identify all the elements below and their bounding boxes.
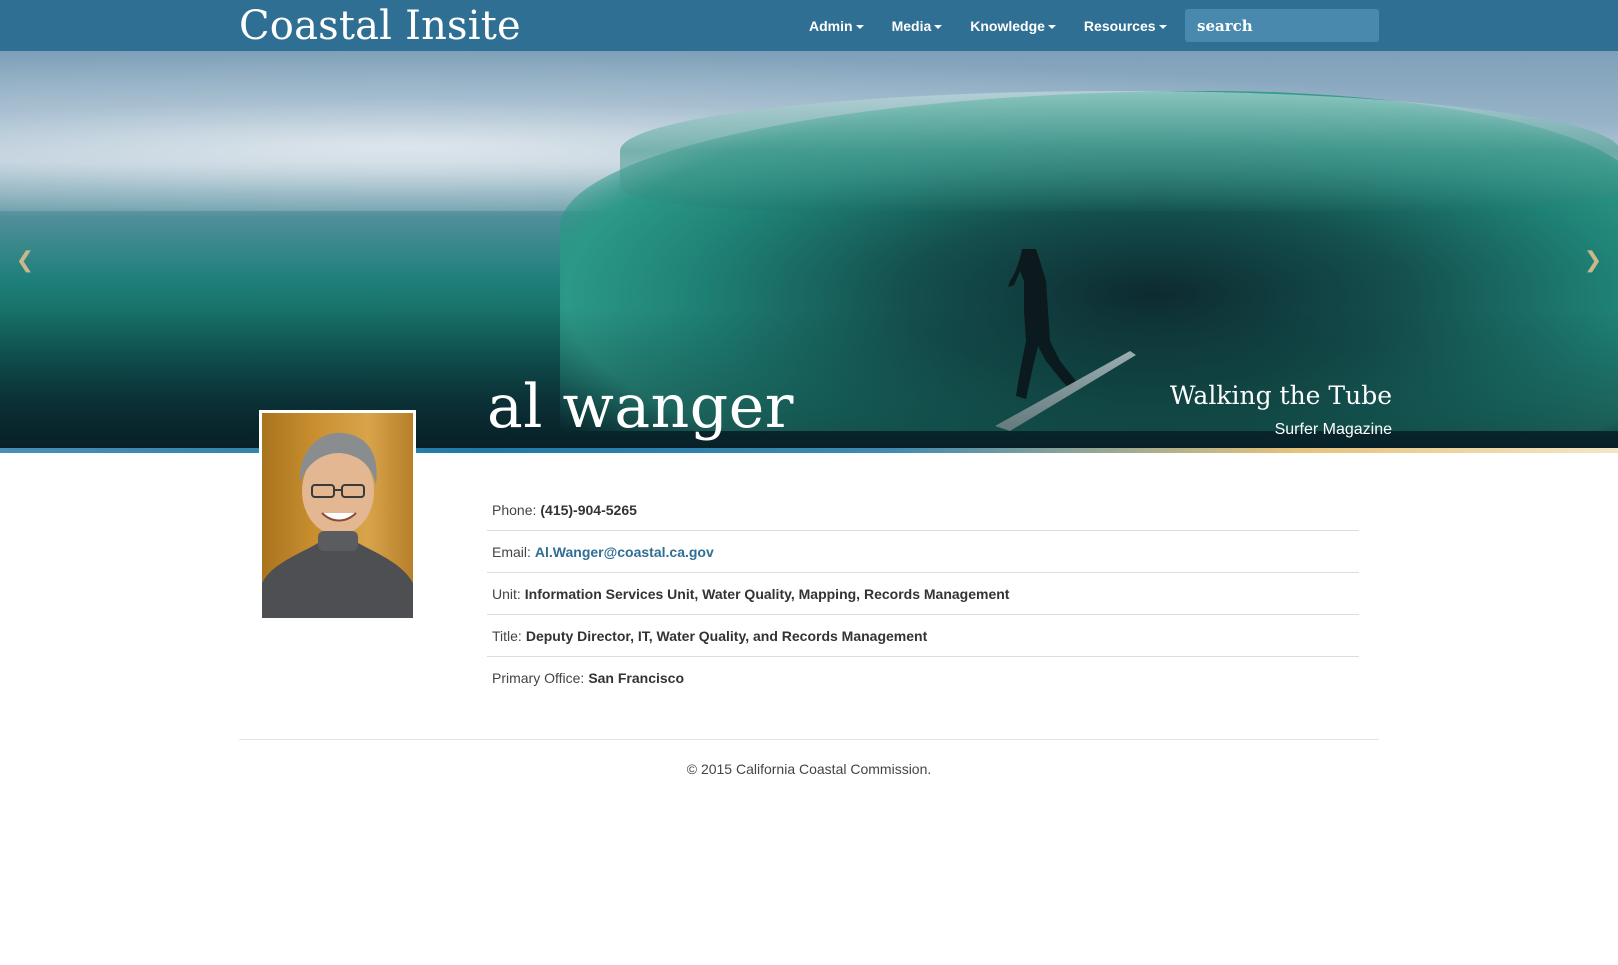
nav-knowledge-dropdown[interactable]: Knowledge	[956, 0, 1070, 51]
phone-value: (415)-904-5265	[540, 501, 637, 518]
nav-resources-dropdown[interactable]: Resources	[1070, 0, 1181, 51]
title-value: Deputy Director, IT, Water Quality, and …	[525, 627, 928, 644]
carousel-caption-title: Walking the Tube	[1169, 381, 1392, 410]
portrait-illustration	[262, 432, 413, 618]
search-input[interactable]	[1185, 9, 1379, 42]
nav-media-label: Media	[891, 17, 932, 34]
caret-down-icon	[1158, 24, 1167, 29]
hero-wave-lip-image	[620, 91, 1618, 211]
carousel-caption-source: Surfer Magazine	[1274, 421, 1392, 438]
email-label: Email:	[492, 543, 531, 560]
site-brand-link[interactable]: Coastal Insite	[239, 2, 521, 50]
info-row-email: Email: Al.Wanger@coastal.ca.gov	[487, 531, 1359, 573]
hero-divider-stripe	[0, 448, 1618, 453]
office-label: Primary Office:	[492, 670, 585, 686]
title-label: Title:	[492, 627, 522, 644]
caret-down-icon	[855, 24, 864, 29]
footer-divider	[239, 739, 1379, 740]
chevron-left-icon[interactable]: ❮	[15, 248, 35, 273]
profile-photo-frame	[259, 410, 416, 618]
caret-down-icon	[1047, 24, 1056, 29]
nav-media-dropdown[interactable]: Media	[878, 0, 957, 51]
footer-copyright: © 2015 California Coastal Commission.	[686, 761, 932, 777]
hero-carousel: ❮ ❯ al wanger Walking the Tube Surfer Ma…	[0, 51, 1618, 448]
profile-info-list: Phone: (415)-904-5265 Email: Al.Wanger@c…	[487, 489, 1359, 699]
nav-admin-dropdown[interactable]: Admin	[795, 0, 878, 51]
nav-knowledge-label: Knowledge	[970, 17, 1045, 34]
phone-label: Phone:	[492, 501, 537, 518]
info-row-title: Title: Deputy Director, IT, Water Qualit…	[487, 615, 1359, 657]
info-row-unit: Unit: Information Services Unit, Water Q…	[487, 573, 1359, 615]
profile-photo	[262, 413, 413, 618]
info-row-office: Primary Office: San Francisco	[487, 657, 1359, 699]
top-navbar: Coastal Insite Admin Media Knowledge Res…	[0, 0, 1618, 51]
unit-label: Unit:	[492, 585, 521, 602]
email-link[interactable]: Al.Wanger@coastal.ca.gov	[535, 544, 714, 560]
chevron-right-icon[interactable]: ❯	[1583, 248, 1603, 273]
info-row-phone: Phone: (415)-904-5265	[487, 489, 1359, 531]
profile-name-heading: al wanger	[487, 372, 794, 442]
nav-menu: Admin Media Knowledge Resources	[795, 0, 1181, 51]
unit-value: Information Services Unit, Water Quality…	[524, 585, 1010, 602]
office-value: San Francisco	[588, 670, 685, 686]
nav-resources-label: Resources	[1083, 17, 1156, 34]
nav-admin-label: Admin	[809, 17, 853, 34]
caret-down-icon	[934, 24, 943, 29]
